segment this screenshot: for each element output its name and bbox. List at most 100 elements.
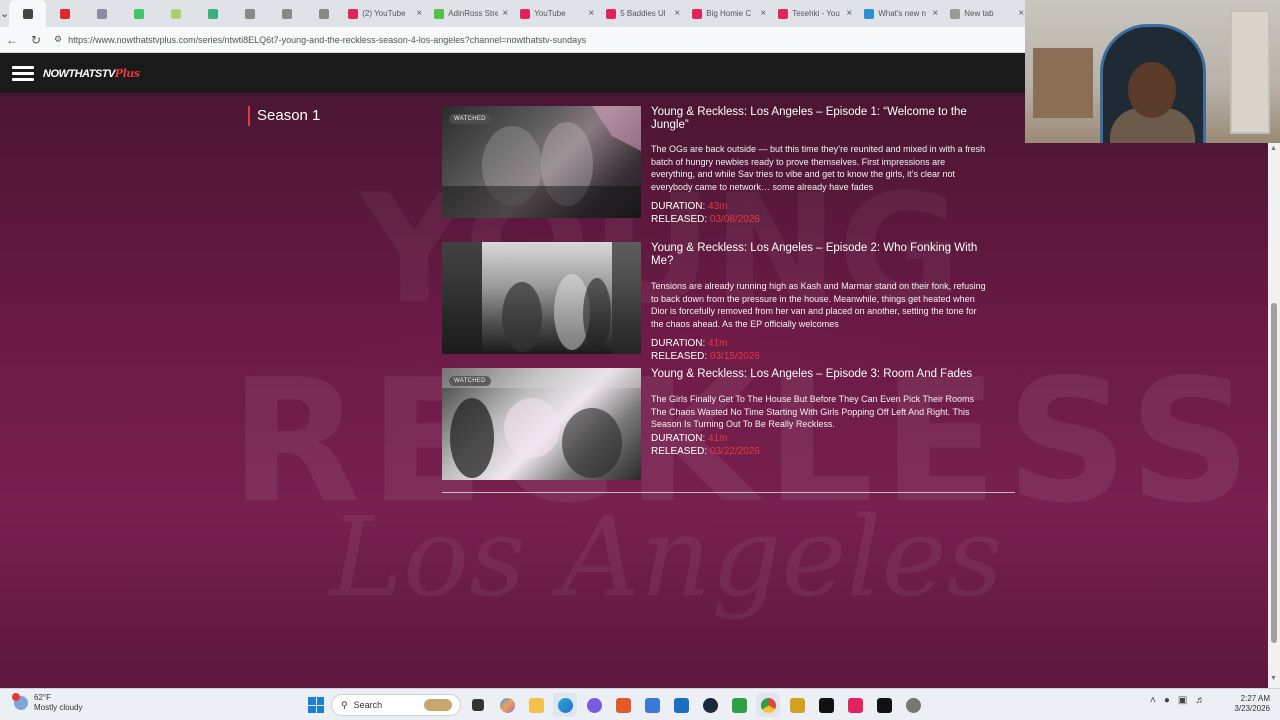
tab-menu-chevron-icon[interactable]: ⌄ — [0, 0, 9, 27]
app-icon[interactable] — [611, 693, 635, 717]
browser-tab[interactable]: What's new n × — [858, 0, 944, 27]
episode-title[interactable]: Young & Reckless: Los Angeles – Episode … — [651, 368, 991, 381]
search-icon: ⚲ — [341, 699, 348, 710]
episode-item[interactable]: WATCHED Young & Reckless: Los Angeles – … — [442, 368, 1016, 480]
episode-title[interactable]: Young & Reckless: Los Angeles – Episode … — [651, 242, 991, 268]
tab-title: Tesehki - You — [792, 9, 840, 18]
app-icon[interactable] — [843, 693, 867, 717]
browser-tab[interactable] — [305, 0, 342, 27]
tab-title: YouTube — [534, 9, 566, 18]
episode-description: The Girls Finally Get To The House But B… — [651, 394, 974, 430]
episode-item[interactable]: Young & Reckless: Los Angeles – Episode … — [442, 242, 1016, 368]
season-selector[interactable]: Season 1 — [248, 106, 320, 126]
messenger-icon[interactable] — [582, 693, 606, 717]
system-clock[interactable]: 2:27 AM 3/23/2026 — [1228, 694, 1270, 714]
browser-tab[interactable]: YouTube × — [514, 0, 600, 27]
browser-tab[interactable] — [46, 0, 83, 27]
episode-info: Young & Reckless: Los Angeles – Episode … — [651, 368, 991, 480]
browser-tab[interactable]: New tab × — [944, 0, 1030, 27]
close-tab-icon[interactable]: × — [674, 8, 680, 19]
volume-icon[interactable]: ♬ — [1195, 695, 1205, 706]
close-tab-icon[interactable]: × — [502, 8, 508, 19]
released-label: RELEASED: — [651, 446, 708, 458]
start-button[interactable] — [306, 695, 326, 715]
webcam-background-door — [1230, 10, 1270, 134]
browser-tab[interactable]: Big Homie C × — [686, 0, 772, 27]
hamburger-menu-icon[interactable] — [12, 63, 34, 84]
episode-thumbnail[interactable]: WATCHED — [442, 106, 641, 218]
xbox-icon[interactable] — [727, 693, 751, 717]
settings-gear-icon[interactable] — [901, 693, 925, 717]
episode-info: Young & Reckless: Los Angeles – Episode … — [651, 242, 991, 368]
clock-date: 3/23/2026 — [1234, 704, 1270, 713]
close-tab-icon[interactable]: × — [760, 8, 766, 19]
browser-tab[interactable] — [120, 0, 157, 27]
weather-widget[interactable]: 62°F Mostly cloudy — [12, 693, 82, 713]
released-value: 03/08/2026 — [709, 213, 760, 225]
browser-tab[interactable] — [9, 0, 47, 27]
season-label: Season 1 — [257, 107, 321, 124]
taskbar-search[interactable]: ⚲ Search — [331, 694, 461, 716]
browser-tab[interactable] — [83, 0, 120, 27]
site-info-icon[interactable]: ⚙ — [54, 34, 62, 45]
globe-icon — [244, 8, 255, 19]
page-scrollbar[interactable]: ▲ ▼ — [1268, 143, 1280, 688]
search-highlight-icon — [424, 699, 452, 711]
released-value: 03/15/2026 — [709, 350, 760, 362]
outlook-icon[interactable] — [669, 693, 693, 717]
browser-tab[interactable]: AdinRoss Stre × — [428, 0, 514, 27]
tab-title: Big Homie C — [706, 9, 752, 18]
close-tab-icon[interactable]: × — [846, 8, 852, 19]
reload-icon[interactable]: ↻ — [24, 33, 48, 47]
task-view-icon[interactable] — [466, 693, 490, 717]
browser-tab[interactable]: 5 Baddies Ul × — [600, 0, 686, 27]
steam-icon[interactable] — [698, 693, 722, 717]
logo-plus-text: Plus — [114, 66, 140, 80]
weather-cloud-icon — [12, 693, 28, 710]
youtube-icon — [520, 8, 531, 19]
close-tab-icon[interactable]: × — [932, 8, 938, 19]
chrome-icon[interactable] — [756, 693, 780, 717]
site-logo[interactable]: NOWTHATSTVPlus — [43, 66, 140, 80]
episode-title[interactable]: Young & Reckless: Los Angeles – Episode … — [651, 106, 991, 132]
microphone-icon[interactable]: ● — [1164, 695, 1170, 706]
windows-taskbar: 62°F Mostly cloudy ⚲ Search ˄ ● ▣ ♬ 2:27… — [0, 688, 1280, 720]
browser-icon — [22, 8, 33, 19]
scroll-down-icon[interactable]: ▼ — [1270, 675, 1277, 682]
app-icon[interactable] — [814, 693, 838, 717]
close-tab-icon[interactable]: × — [416, 8, 422, 19]
episode-thumbnail[interactable] — [442, 242, 641, 354]
tray-chevron-icon[interactable]: ˄ — [1150, 695, 1156, 706]
episode-item[interactable]: WATCHED Young & Reckless: Los Angeles – … — [442, 106, 1016, 230]
globe-icon — [281, 8, 292, 19]
released-value: 03/22/2026 — [709, 446, 760, 458]
browser-tab[interactable] — [231, 0, 268, 27]
back-icon[interactable]: ← — [0, 33, 24, 47]
browser-tab[interactable] — [268, 0, 305, 27]
close-tab-icon[interactable]: × — [588, 8, 594, 19]
episode-description: The OGs are back outside — but this time… — [651, 144, 986, 193]
browser-tab[interactable] — [194, 0, 231, 27]
file-explorer-icon[interactable] — [524, 693, 548, 717]
app-icon[interactable] — [785, 693, 809, 717]
browser-tab[interactable]: Tesehki - You × — [772, 0, 858, 27]
browser-tab[interactable]: (2) YouTube × — [342, 0, 428, 27]
browser-tab[interactable] — [157, 0, 194, 27]
duration-value: 41m — [708, 433, 728, 445]
display-icon[interactable]: ▣ — [1178, 695, 1187, 706]
edge-icon[interactable] — [553, 693, 577, 717]
url-field[interactable]: ⚙ https://www.nowthatstvplus.com/series/… — [54, 30, 1025, 50]
episode-meta: DURATION: 43m RELEASED: 03/08/2026 — [651, 200, 991, 226]
system-tray: ˄ ● ▣ ♬ — [1150, 695, 1205, 706]
site-header: NOWTHATSTVPlus — [0, 53, 1025, 93]
episode-thumbnail[interactable]: WATCHED — [442, 368, 641, 480]
logo-main-text: NOWTHATSTV — [43, 67, 115, 80]
tab-title: What's new n — [878, 9, 926, 18]
scroll-thumb[interactable] — [1271, 303, 1277, 643]
webcam-person-head — [1128, 62, 1176, 118]
app-icon[interactable] — [640, 693, 664, 717]
scroll-up-icon[interactable]: ▲ — [1270, 145, 1277, 152]
tiktok-icon[interactable] — [872, 693, 896, 717]
copilot-icon[interactable] — [495, 693, 519, 717]
close-tab-icon[interactable]: × — [1018, 8, 1024, 19]
